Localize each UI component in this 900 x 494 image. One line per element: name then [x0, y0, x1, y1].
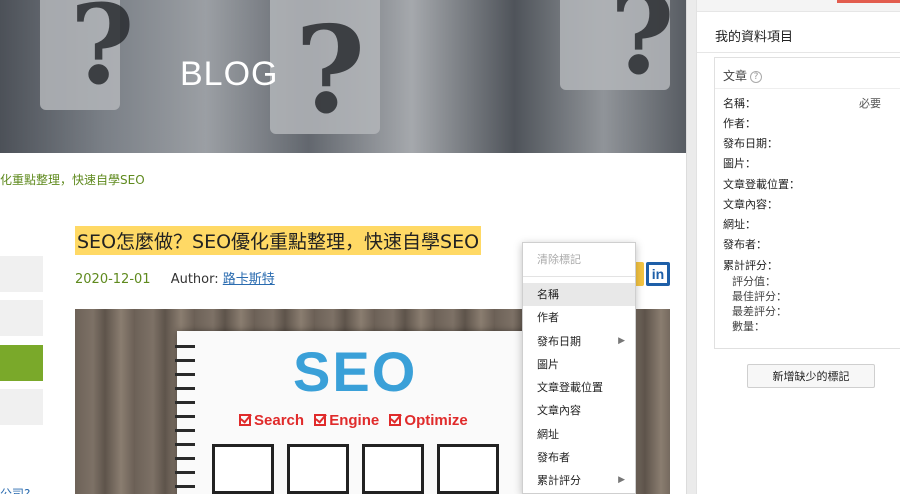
card-divider [715, 88, 900, 89]
menu-item-publisher[interactable]: 發布者 [523, 446, 635, 469]
field-name[interactable]: 名稱： [723, 95, 756, 111]
post-title: SEO怎麼做？SEO優化重點整理，快速自學SEO [75, 226, 482, 255]
menu-item-label: 圖片 [537, 357, 559, 371]
sidebar-block[interactable] [0, 389, 43, 425]
sidebar-block[interactable] [0, 300, 43, 336]
submenu-arrow-icon: ▶ [618, 475, 625, 486]
menu-item-name[interactable]: 名稱 [523, 283, 635, 307]
menu-item-label: 名稱 [537, 288, 559, 301]
menu-item-image[interactable]: 圖片 [523, 353, 635, 376]
field-rating-value[interactable]: 評分值： [732, 273, 776, 289]
image-tagline: Search Engine Optimize [233, 412, 468, 429]
menu-item-label: 網址 [537, 427, 559, 441]
field-rating-count[interactable]: 數量： [732, 318, 765, 334]
menu-item-label: 發布日期 [537, 334, 581, 348]
menu-item-label: 累計評分 [537, 474, 581, 488]
magnifier-icon [287, 444, 349, 494]
linkedin-icon[interactable]: in [646, 262, 670, 286]
menu-item-aggregate-rating[interactable]: 累計評分 ▶ [523, 469, 635, 492]
menu-item-label: 作者 [537, 311, 559, 325]
image-tag: Optimize [404, 412, 468, 429]
menu-item-label: 文章內容 [537, 404, 581, 418]
menu-item-article-body[interactable]: 文章內容 [523, 399, 635, 422]
field-worst-rating[interactable]: 最差評分： [732, 303, 787, 319]
hero-title: BLOG [180, 55, 279, 93]
article-card: 文章? 必要 名稱： 作者： 發布日期： 圖片： 文章登載位置： 文章內容： 網… [714, 57, 900, 349]
card-title: 文章? [723, 67, 763, 84]
field-url[interactable]: 網址： [723, 216, 756, 232]
hero-banner: ? ? ? BLOG [0, 0, 686, 153]
submenu-arrow-icon: ▶ [618, 335, 625, 346]
field-date-published[interactable]: 發布日期： [723, 135, 778, 151]
sidebar-block[interactable] [0, 256, 43, 292]
data-items-panel: 我的資料項目 文章? 必要 名稱： 作者： 發布日期： 圖片： 文章登載位置： … [696, 0, 900, 494]
menu-item-date-published[interactable]: 發布日期 ▶ [523, 330, 635, 353]
menu-item-article-section[interactable]: 文章登載位置 [523, 376, 635, 399]
panel-top-button[interactable] [837, 0, 900, 3]
panel-resize-handle[interactable] [686, 0, 696, 494]
menu-item-clear: 清除標記 [537, 253, 581, 266]
sidebar-link[interactable]: 公司? [0, 485, 30, 494]
add-missing-tags-button[interactable]: 新增缺少的標記 [747, 364, 875, 388]
author-link[interactable]: 路卡斯特 [223, 272, 275, 287]
hero-overlay [0, 0, 686, 153]
image-tag: Engine [329, 412, 380, 429]
field-image[interactable]: 圖片： [723, 155, 756, 171]
help-icon[interactable]: ? [750, 71, 763, 83]
card-title-text: 文章 [723, 69, 748, 83]
menu-item-label: 文章登載位置 [537, 381, 603, 395]
checkbox-icon [389, 414, 402, 426]
panel-divider [697, 52, 900, 53]
field-publisher[interactable]: 發布者： [723, 236, 767, 252]
field-best-rating[interactable]: 最佳評分： [732, 288, 787, 304]
refresh-icon [212, 444, 274, 494]
required-label: 必要 [859, 97, 881, 110]
field-aggregate-rating[interactable]: 累計評分： [723, 257, 778, 273]
image-tag: Search [254, 412, 305, 429]
image-headline: SEO [293, 340, 418, 403]
chart-icon [437, 444, 499, 494]
breadcrumb[interactable]: 化重點整理，快速自學SEO [0, 171, 145, 188]
field-article-section[interactable]: 文章登載位置： [723, 176, 800, 192]
post-date: 2020-12-01 [75, 272, 151, 287]
menu-item-author[interactable]: 作者 [523, 306, 635, 329]
menu-item-label: 發布者 [537, 451, 570, 465]
spiral-binding-graphic [175, 339, 195, 494]
tag-context-menu: 清除標記 名稱 作者 發布日期 ▶ 圖片 文章登載位置 文章內容 網址 發布者 累… [522, 242, 636, 494]
checkbox-icon [239, 414, 251, 426]
checkbox-icon [314, 414, 327, 426]
panel-title: 我的資料項目 [715, 30, 794, 45]
post-meta: 2020-12-01 Author: 路卡斯特 [75, 268, 275, 287]
sidebar-block-active[interactable] [0, 345, 43, 381]
blog-page: ? ? ? BLOG 化重點整理，快速自學SEO SEO怎麼做？SEO優化重點整… [0, 0, 686, 494]
field-author[interactable]: 作者： [723, 115, 756, 131]
menu-separator [523, 276, 635, 277]
field-article-body[interactable]: 文章內容： [723, 196, 778, 212]
author-label: Author: [170, 272, 219, 287]
link-icon [362, 444, 424, 494]
menu-item-url[interactable]: 網址 [523, 423, 635, 446]
